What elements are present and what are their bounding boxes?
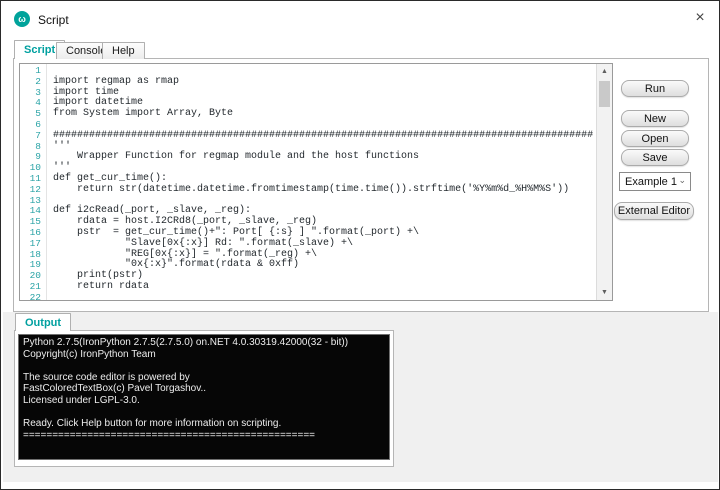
code-line[interactable]: return str(datetime.datetime.fromtimesta…	[53, 184, 596, 196]
line-number: 12	[29, 183, 41, 195]
console-line: The source code editor is powered by	[23, 371, 190, 383]
script-window: ω Script × Script Console Help 123456789…	[0, 0, 720, 490]
output-console[interactable]: Python 2.7.5(IronPython 2.7.5(2.7.5.0) o…	[18, 334, 390, 460]
line-number: 8	[35, 140, 41, 152]
window-title: Script	[38, 13, 69, 27]
open-button[interactable]: Open	[621, 130, 689, 147]
tab-help-label: Help	[112, 45, 135, 57]
line-number: 4	[35, 97, 41, 109]
editor-vertical-scrollbar[interactable]: ▲ ▼	[596, 64, 612, 300]
code-line[interactable]: from System import Array, Byte	[53, 108, 596, 120]
console-line: Licensed under LGPL-3.0.	[23, 394, 140, 406]
code-line[interactable]: Wrapper Function for regmap module and t…	[53, 152, 596, 163]
tab-script-label: Script	[24, 44, 56, 56]
line-number: 2	[35, 75, 41, 87]
code-editor[interactable]: 1 2 3 4 5 6 7 8 9 10 11 12 13 14 15 16 17 18 19 20 21 22 impo…	[19, 63, 613, 301]
code-lines[interactable]: import regmap as rmap import time import d…	[53, 64, 596, 300]
line-number: 22	[29, 291, 41, 301]
console-line: ========================================…	[23, 429, 315, 441]
line-number: 5	[35, 108, 41, 120]
line-number: 3	[35, 86, 41, 98]
scroll-down-icon[interactable]: ▼	[597, 285, 612, 300]
scroll-up-icon[interactable]: ▲	[597, 64, 612, 79]
tab-output-label: Output	[25, 316, 62, 329]
tab-help[interactable]: Help	[102, 42, 145, 59]
code-line[interactable]: return rdata	[53, 281, 596, 293]
external-editor-button[interactable]: External Editor	[614, 202, 694, 220]
line-number: 7	[35, 129, 41, 141]
example-select-value: Example 1	[625, 175, 677, 188]
line-number: 17	[29, 237, 41, 249]
line-number: 6	[35, 118, 41, 130]
tab-console-label: Console	[66, 45, 107, 57]
save-button[interactable]: Save	[621, 149, 689, 166]
console-line: FastColoredTextBox(c) Pavel Torgashov..	[23, 383, 207, 395]
console-line: Python 2.7.5(IronPython 2.7.5(2.7.5.0) o…	[23, 337, 349, 348]
close-icon[interactable]: ×	[689, 7, 711, 29]
chevron-down-icon: ⌄	[678, 175, 686, 185]
console-line: Ready. Click Help button for more inform…	[23, 418, 282, 430]
line-number-gutter: 1 2 3 4 5 6 7 8 9 10 11 12 13 14 15 16 17 18 19 20 21 22	[20, 64, 47, 300]
scrollbar-thumb[interactable]	[599, 81, 610, 107]
code-line[interactable]	[53, 293, 596, 300]
console-line: Copyright(c) IronPython Team	[23, 348, 156, 360]
code-line[interactable]: import regmap as rmap	[53, 76, 596, 88]
new-button[interactable]: New	[621, 110, 689, 127]
line-number: 1	[35, 65, 41, 76]
tab-output[interactable]: Output	[15, 313, 72, 331]
run-button[interactable]: Run	[621, 80, 689, 97]
app-logo-icon: ω	[14, 11, 30, 27]
code-line[interactable]: "Slave[0x{:x}] Rd: ".format(_slave) +\	[53, 238, 596, 250]
code-line[interactable]: ########################################…	[53, 130, 596, 142]
example-select[interactable]: Example 1 ⌄	[619, 172, 691, 191]
